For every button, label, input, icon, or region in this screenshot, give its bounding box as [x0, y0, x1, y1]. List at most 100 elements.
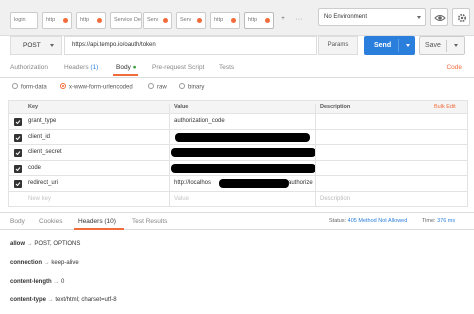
save-divider	[446, 40, 447, 52]
row-key[interactable]: client_id	[28, 134, 50, 140]
row-checkbox[interactable]	[14, 164, 22, 173]
body-type-radios: form-data x-www-form-urlencoded raw bina…	[0, 80, 474, 96]
tab-label: http	[248, 17, 258, 23]
method-select[interactable]: POST	[10, 36, 62, 55]
save-label: Save	[425, 42, 441, 49]
send-label: Send	[374, 42, 392, 49]
row-checkbox[interactable]	[14, 118, 22, 126]
redacted-value[interactable]	[175, 132, 310, 142]
radio-label: x-www-form-urlencoded	[69, 84, 133, 91]
row-checkbox[interactable]	[14, 180, 22, 188]
redacted-value[interactable]	[171, 163, 316, 173]
unsaved-dot-icon	[97, 18, 102, 23]
eye-button[interactable]	[430, 8, 448, 26]
radio-form-data[interactable]: form-data	[12, 83, 47, 91]
redacted-value[interactable]	[171, 148, 316, 157]
table-row: code	[8, 160, 468, 176]
column-divider	[169, 176, 170, 191]
radio-label: raw	[157, 84, 167, 91]
response-tab-headers[interactable]: Headers (10)	[78, 218, 116, 225]
eye-icon	[434, 15, 446, 21]
tab-body[interactable]: Body ●	[116, 64, 137, 71]
radio-selected-icon	[60, 83, 66, 89]
column-divider	[315, 114, 316, 129]
row-key[interactable]: client_secret	[28, 149, 62, 155]
column-divider	[315, 145, 316, 160]
chevron-down-icon[interactable]	[454, 44, 458, 47]
method-label: POST	[23, 42, 41, 49]
response-tabs: Body Cookies Headers (10) Test Results S…	[0, 212, 474, 230]
chevron-down-icon[interactable]	[406, 44, 410, 47]
response-time: Time: 376 ms	[422, 218, 455, 224]
new-key-input[interactable]: New key	[28, 196, 51, 202]
tab-label: http	[214, 17, 224, 23]
arrow-icon: →	[43, 260, 50, 266]
response-header-row: content-length → 0	[10, 279, 64, 285]
row-checkbox[interactable]	[14, 133, 22, 142]
check-icon	[15, 151, 21, 156]
row-checkbox[interactable]	[14, 149, 22, 157]
tab-label: Serv	[180, 17, 192, 23]
column-divider	[169, 145, 170, 160]
request-tab[interactable]: http	[210, 12, 240, 29]
radio-urlencoded[interactable]: x-www-form-urlencoded	[60, 83, 133, 91]
request-tab[interactable]: login	[10, 12, 38, 29]
check-icon	[15, 135, 21, 140]
tab-label: Service De	[114, 17, 141, 23]
params-button[interactable]: Params	[318, 36, 358, 55]
radio-circle-icon	[179, 83, 185, 89]
row-key[interactable]: grant_type	[28, 118, 56, 124]
col-key: Key	[28, 104, 39, 110]
row-value-prefix[interactable]: http://localhos	[174, 180, 211, 186]
bulk-edit-link[interactable]: Bulk Edit	[434, 104, 456, 110]
row-key[interactable]: redirect_uri	[28, 180, 58, 186]
save-button[interactable]: Save	[419, 36, 465, 55]
response-tab-body[interactable]: Body	[10, 218, 25, 225]
redacted-value	[219, 179, 289, 188]
more-tabs-icon[interactable]: ···	[293, 12, 305, 29]
tab-prerequest-script[interactable]: Pre-request Script	[152, 64, 204, 71]
response-tab-tests[interactable]: Test Results	[132, 218, 167, 225]
new-description-input[interactable]: Description	[320, 196, 350, 202]
settings-button[interactable]	[452, 8, 470, 26]
row-key[interactable]: code	[28, 165, 41, 171]
radio-raw[interactable]: raw	[148, 83, 167, 91]
response-tab-cookies[interactable]: Cookies	[39, 218, 62, 225]
send-button[interactable]: Send	[364, 36, 415, 55]
time-label: Time:	[422, 218, 436, 224]
request-tab-active[interactable]: http	[244, 12, 274, 29]
tab-authorization[interactable]: Authorization	[10, 64, 48, 71]
new-tab-button[interactable]: +	[277, 12, 289, 29]
unsaved-dot-icon	[231, 18, 236, 23]
gear-icon	[457, 13, 467, 23]
request-tab[interactable]: http	[76, 12, 106, 29]
request-tab[interactable]: Serv	[143, 12, 172, 29]
check-icon	[15, 166, 21, 171]
header-value: keep-alive	[51, 260, 79, 266]
row-value-suffix[interactable]: authorize	[288, 180, 313, 186]
active-tab-underline	[74, 228, 124, 230]
response-status: Status: 405 Method Not Allowed	[329, 218, 407, 224]
unsaved-dot-icon	[63, 18, 68, 23]
table-row: grant_type authorization_code	[8, 114, 468, 130]
new-value-input[interactable]: Value	[174, 196, 189, 202]
request-tab[interactable]: Serv	[176, 12, 206, 29]
request-tab[interactable]: Service De	[110, 12, 142, 29]
url-input[interactable]: https://api.tempo.io/oauth/token	[64, 36, 317, 55]
tab-tests[interactable]: Tests	[219, 64, 234, 71]
tab-label: Serv	[147, 17, 159, 23]
environment-select[interactable]: No Environment	[318, 8, 426, 26]
radio-binary[interactable]: binary	[179, 83, 204, 91]
chevron-down-icon	[417, 16, 421, 19]
col-description: Description	[320, 104, 351, 110]
headers-count: (1)	[90, 64, 99, 71]
row-value[interactable]: authorization_code	[174, 118, 225, 124]
request-tab[interactable]: http	[42, 12, 72, 29]
code-link[interactable]: Code	[446, 64, 462, 71]
tab-headers[interactable]: Headers (1)	[64, 64, 98, 71]
table-row: client_id	[8, 129, 468, 145]
check-icon	[15, 120, 21, 125]
column-divider	[315, 191, 316, 206]
arrow-icon: →	[47, 297, 54, 303]
active-dot-icon: ●	[132, 64, 137, 71]
